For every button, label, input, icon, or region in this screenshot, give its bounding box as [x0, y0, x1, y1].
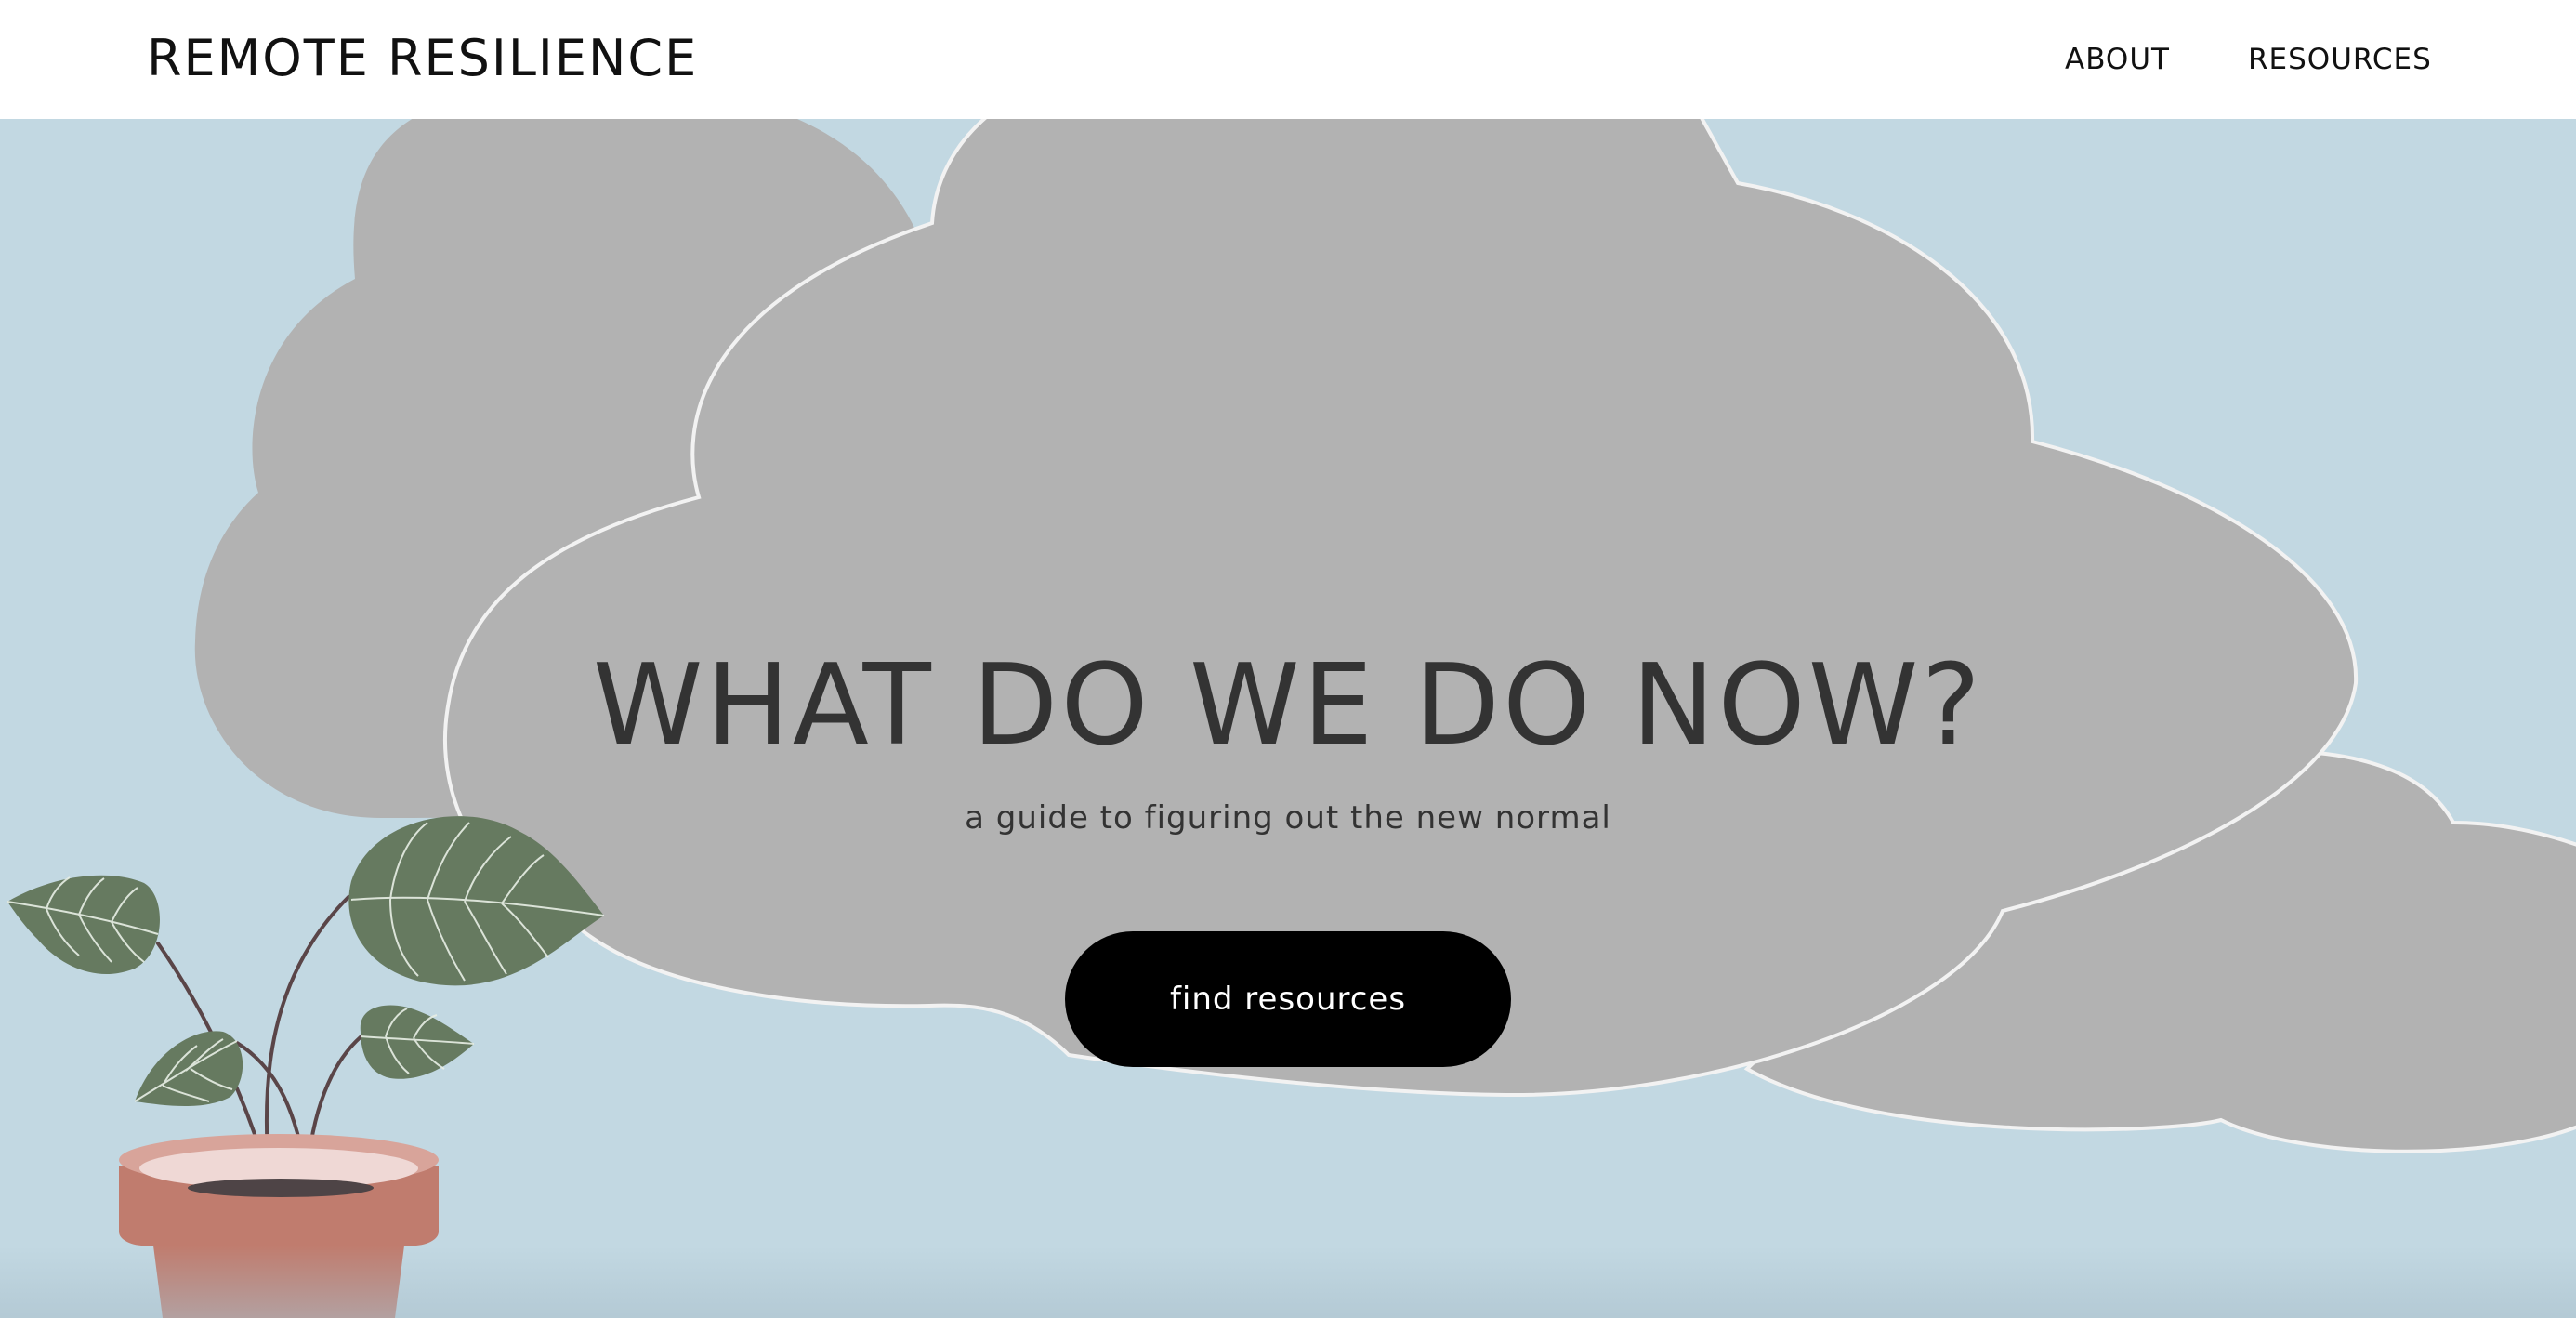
- page: REMOTE RESILIENCE ABOUT RESOURCES WHAT D…: [0, 0, 2576, 1318]
- brand-logo[interactable]: REMOTE RESILIENCE: [147, 28, 698, 89]
- hero-title: WHAT DO WE DO NOW?: [592, 641, 1984, 771]
- navbar: REMOTE RESILIENCE ABOUT RESOURCES: [0, 0, 2576, 119]
- nav-link-resources[interactable]: RESOURCES: [2248, 41, 2432, 78]
- nav-link-about[interactable]: ABOUT: [2065, 41, 2170, 78]
- potted-plant-icon: [7, 816, 605, 1318]
- hero-subtitle: a guide to figuring out the new normal: [965, 799, 1611, 837]
- bottom-fade: [0, 1246, 2576, 1318]
- find-resources-button[interactable]: find resources: [1065, 931, 1511, 1067]
